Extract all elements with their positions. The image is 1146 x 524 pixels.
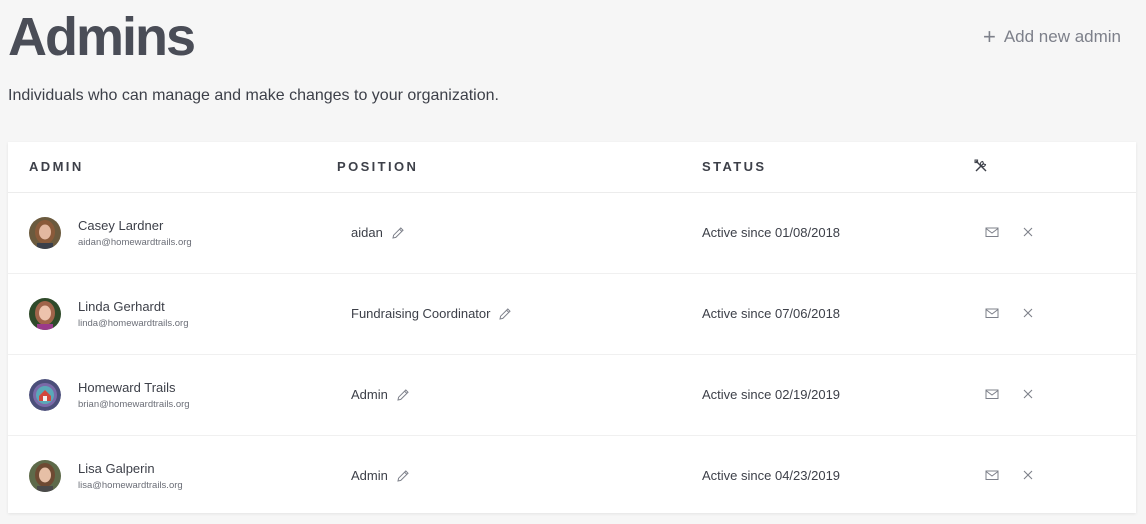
admin-position: Admin [351,468,410,483]
admin-name: Casey Lardner [78,218,164,233]
add-new-admin-button[interactable]: + Add new admin [982,24,1121,49]
mail-icon[interactable] [985,468,999,482]
admin-position: aidan [351,225,405,240]
admins-table: ADMIN POSITION STATUS Casey Lardner aida… [8,142,1136,513]
close-icon[interactable] [1022,387,1034,401]
plus-icon: + [982,24,996,49]
admin-status: Active since 07/06/2018 [702,306,841,321]
pencil-icon[interactable] [391,226,405,240]
mail-icon[interactable] [985,306,999,320]
add-new-admin-label: Add new admin [1003,27,1121,46]
close-icon[interactable] [1022,306,1034,320]
page-title: Admins [8,7,196,67]
pencil-icon[interactable] [396,388,410,402]
table-row: Lisa Galperin lisa@homewardtrails.org Ad… [8,436,1136,516]
admin-status: Active since 04/23/2019 [702,468,841,483]
close-icon[interactable] [1022,225,1034,239]
admin-name: Homeward Trails [78,380,176,395]
column-header-position: POSITION [337,159,419,174]
position-label: Admin [351,468,388,483]
avatar [29,298,61,330]
tools-icon [974,159,987,172]
column-header-status: STATUS [702,159,767,174]
column-header-admin: ADMIN [29,159,84,174]
mail-icon[interactable] [985,387,999,401]
table-row: Homeward Trails brian@homewardtrails.org… [8,355,1136,436]
position-label: Admin [351,387,388,402]
admin-email: lisa@homewardtrails.org [78,480,183,491]
admin-email: aidan@homewardtrails.org [78,237,192,248]
pencil-icon[interactable] [396,469,410,483]
table-header: ADMIN POSITION STATUS [8,142,1136,193]
avatar [29,460,61,492]
avatar [29,379,61,411]
admin-email: linda@homewardtrails.org [78,318,189,329]
admin-name: Lisa Galperin [78,461,155,476]
table-row: Linda Gerhardt linda@homewardtrails.org … [8,274,1136,355]
admin-position: Admin [351,387,410,402]
mail-icon[interactable] [985,225,999,239]
position-label: aidan [351,225,383,240]
admin-status: Active since 01/08/2018 [702,225,841,240]
admin-status: Active since 02/19/2019 [702,387,841,402]
close-icon[interactable] [1022,468,1034,482]
admin-name: Linda Gerhardt [78,299,165,314]
table-row: Casey Lardner aidan@homewardtrails.org a… [8,193,1136,274]
pencil-icon[interactable] [498,307,512,321]
avatar [29,217,61,249]
page-subtitle: Individuals who can manage and make chan… [8,87,499,104]
position-label: Fundraising Coordinator [351,306,491,321]
admin-email: brian@homewardtrails.org [78,399,190,410]
admin-position: Fundraising Coordinator [351,306,512,321]
